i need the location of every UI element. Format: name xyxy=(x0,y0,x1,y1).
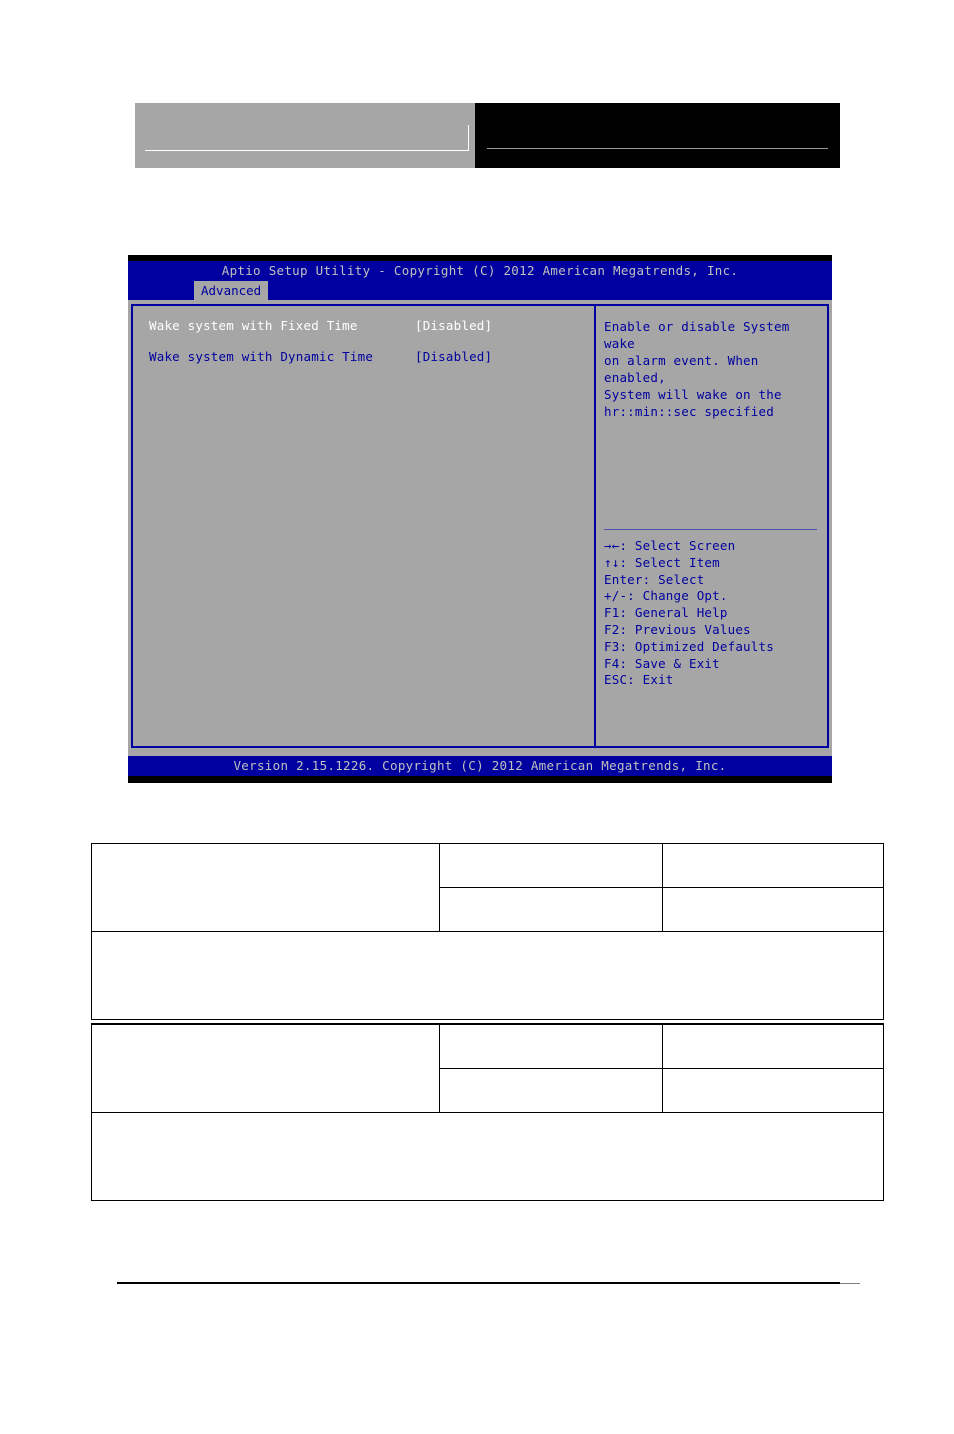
cell-description xyxy=(662,887,884,932)
bios-footer-gap xyxy=(128,748,832,756)
setting-label: Wake system with Fixed Time xyxy=(149,318,358,333)
tab-advanced[interactable]: Advanced xyxy=(194,281,269,300)
cell-item-name xyxy=(91,1023,440,1113)
key-legend-esc-exit: ESC: Exit xyxy=(604,672,674,688)
cell-option xyxy=(438,887,664,932)
header-right-box xyxy=(475,103,840,168)
bios-help-panel: Enable or disable System wake on alarm e… xyxy=(595,304,829,748)
help-separator xyxy=(604,529,817,530)
cell-option xyxy=(438,843,664,888)
bios-tab-bar: Advanced xyxy=(128,281,832,300)
cell-description xyxy=(662,843,884,888)
key-legend-select-item: ↑↓: Select Item xyxy=(604,554,720,570)
key-legend: →←: Select Screen ↑↓: Select Item Enter:… xyxy=(604,538,774,689)
spec-table-upper xyxy=(91,843,884,1020)
key-legend-select-screen: →←: Select Screen xyxy=(604,538,736,553)
bios-setup-screen: Aptio Setup Utility - Copyright (C) 2012… xyxy=(128,255,832,783)
setting-row-wake-dynamic-time[interactable]: Wake system with Dynamic Time [Disabled] xyxy=(149,349,594,380)
header-right-underline xyxy=(487,148,828,149)
header-left-box xyxy=(135,103,475,168)
page-footer-rule-tail xyxy=(840,1283,860,1284)
key-legend-save-exit: F4: Save & Exit xyxy=(604,655,720,671)
setting-value[interactable]: [Disabled] xyxy=(415,318,492,333)
key-legend-general-help: F1: General Help xyxy=(604,605,728,621)
bios-bottom-strip xyxy=(128,776,832,783)
key-legend-previous-values: F2: Previous Values xyxy=(604,621,751,637)
cell-note xyxy=(91,931,884,1020)
cell-description xyxy=(662,1067,884,1113)
bios-version-bar: Version 2.15.1226. Copyright (C) 2012 Am… xyxy=(128,756,832,776)
table-row-note xyxy=(91,1111,884,1201)
key-legend-change-opt: +/-: Change Opt. xyxy=(604,588,728,604)
table-row xyxy=(91,1023,884,1113)
header-left-tick xyxy=(468,125,469,151)
cell-option xyxy=(438,1067,664,1113)
cell-option xyxy=(438,1023,664,1069)
spec-table-lower xyxy=(91,1023,884,1201)
table-row-note xyxy=(91,931,884,1020)
cell-description xyxy=(662,1023,884,1069)
key-legend-optimized-defaults: F3: Optimized Defaults xyxy=(604,638,774,654)
setting-label: Wake system with Dynamic Time xyxy=(149,349,374,364)
bios-body: Wake system with Fixed Time [Disabled] W… xyxy=(128,300,832,748)
header-left-underline xyxy=(145,150,469,151)
page-footer-rule xyxy=(117,1282,840,1284)
bios-title-bar: Aptio Setup Utility - Copyright (C) 2012… xyxy=(128,261,832,281)
key-legend-enter-select: Enter: Select xyxy=(604,571,705,587)
table-row xyxy=(91,843,884,932)
cell-item-name xyxy=(91,843,440,932)
cell-note xyxy=(91,1111,884,1201)
help-description: Enable or disable System wake on alarm e… xyxy=(604,319,790,419)
setting-row-wake-fixed-time[interactable]: Wake system with Fixed Time [Disabled] xyxy=(149,318,594,349)
page-header xyxy=(135,103,840,168)
setting-value[interactable]: [Disabled] xyxy=(415,349,492,364)
bios-settings-panel: Wake system with Fixed Time [Disabled] W… xyxy=(131,304,595,748)
